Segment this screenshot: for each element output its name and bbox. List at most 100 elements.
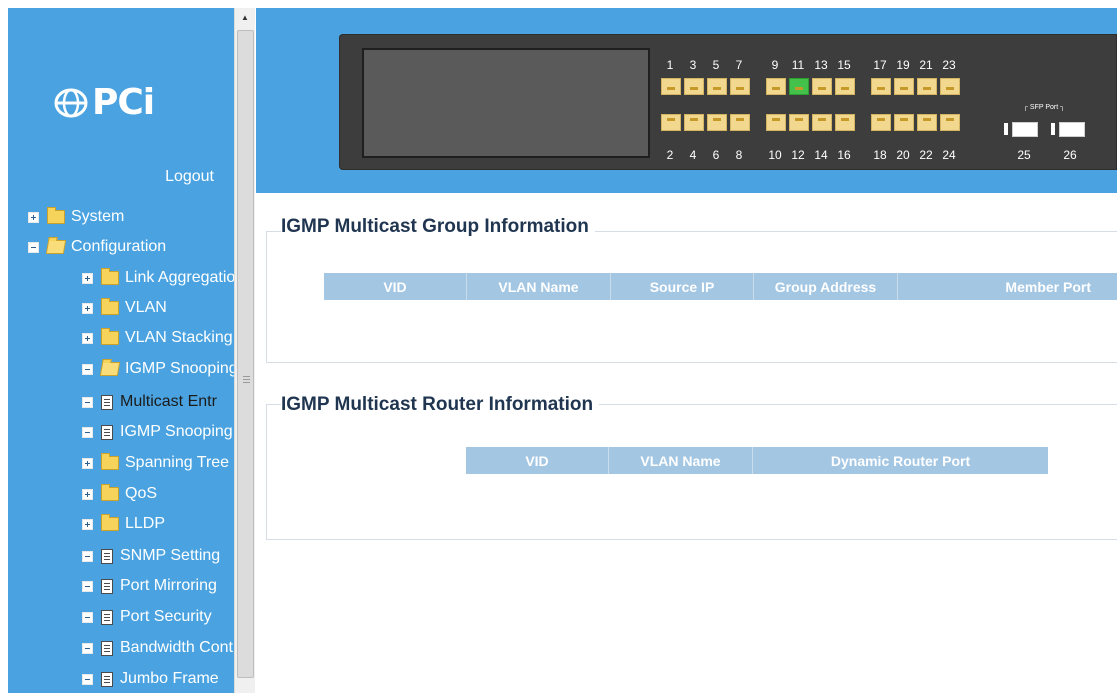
port-number: 6	[712, 148, 720, 162]
column-header-vid: VID	[324, 273, 467, 300]
port-5[interactable]	[707, 78, 727, 95]
sidebar-item-spanning-tree[interactable]: Spanning Tree	[82, 451, 229, 475]
sidebar-item-qos[interactable]: QoS	[82, 482, 157, 506]
port-18[interactable]	[871, 114, 891, 131]
sidebar-item-label: Multicast Entr	[120, 393, 217, 410]
sidebar-item-snmp-setting[interactable]: SNMP Setting	[82, 544, 220, 568]
collapse-icon[interactable]	[82, 426, 93, 438]
switch-display-window	[362, 48, 650, 158]
port-2[interactable]	[661, 114, 681, 131]
page-icon	[101, 394, 113, 410]
sidebar-item-port-mirroring[interactable]: Port Mirroring	[82, 574, 217, 598]
sidebar-item-igmp-snooping[interactable]: IGMP Snooping	[82, 357, 234, 381]
sidebar-item-label: SNMP Setting	[120, 547, 221, 564]
expand-icon[interactable]	[82, 302, 93, 314]
sidebar-item-label: Spanning Tree	[125, 454, 230, 471]
sfp-port-26[interactable]	[1059, 122, 1085, 137]
port-number: 16	[837, 148, 851, 162]
port-6[interactable]	[707, 114, 727, 131]
sfp-port-25[interactable]	[1012, 122, 1038, 137]
globe-icon	[54, 88, 88, 118]
port-14[interactable]	[812, 114, 832, 131]
port-20[interactable]	[894, 114, 914, 131]
port-4[interactable]	[684, 114, 704, 131]
port-23[interactable]	[940, 78, 960, 95]
port-21[interactable]	[917, 78, 937, 95]
folder-icon	[101, 268, 119, 285]
port-number: 11	[791, 58, 805, 72]
folder-icon	[101, 328, 119, 345]
port-9[interactable]	[766, 78, 786, 95]
sfp-led-icon	[1051, 123, 1055, 135]
port-10[interactable]	[766, 114, 786, 131]
sfp-port-label: ┌ SFP Port ┐	[1023, 104, 1066, 111]
sfp-label-text: SFP Port	[1029, 104, 1059, 111]
sfp-port-number: 25	[1017, 148, 1031, 162]
port-number: 18	[873, 148, 887, 162]
sidebar-item-configuration[interactable]: Configuration	[28, 235, 166, 259]
expand-icon[interactable]	[82, 272, 93, 284]
collapse-icon[interactable]	[82, 550, 93, 562]
port-11[interactable]	[789, 78, 809, 95]
page-icon	[101, 671, 113, 687]
expand-icon[interactable]	[82, 332, 93, 344]
port-number: 1	[666, 58, 674, 72]
expand-icon[interactable]	[82, 518, 93, 530]
collapse-icon[interactable]	[82, 580, 93, 592]
sidebar-item-system[interactable]: System	[28, 205, 124, 229]
port-17[interactable]	[871, 78, 891, 95]
sidebar-item-igmp-snooping-config[interactable]: IGMP Snooping	[82, 420, 233, 444]
sidebar-item-label: Bandwidth Control	[120, 639, 234, 656]
scrollbar-thumb[interactable]	[237, 30, 254, 678]
port-15[interactable]	[835, 78, 855, 95]
port-3[interactable]	[684, 78, 704, 95]
port-16[interactable]	[835, 114, 855, 131]
sidebar-item-label: LLDP	[125, 515, 166, 532]
port-8[interactable]	[730, 114, 750, 131]
column-header-vid: VID	[466, 447, 609, 474]
sidebar-item-jumbo-frame[interactable]: Jumbo Frame	[82, 667, 219, 691]
port-22[interactable]	[917, 114, 937, 131]
port-13[interactable]	[812, 78, 832, 95]
sidebar-item-link-aggregation[interactable]: Link Aggregation	[82, 266, 234, 290]
port-12[interactable]	[789, 114, 809, 131]
router-info-title: IGMP Multicast Router Information	[281, 394, 600, 416]
sidebar-item-lldp[interactable]: LLDP	[82, 512, 165, 536]
sidebar-item-vlan[interactable]: VLAN	[82, 296, 167, 320]
collapse-icon[interactable]	[82, 396, 93, 408]
sidebar: PCi Logout System Configuration Link Agg…	[0, 0, 256, 693]
sidebar-item-label: IGMP Snooping	[125, 360, 234, 377]
collapse-icon[interactable]	[82, 611, 93, 623]
column-header-source-ip: Source IP	[611, 273, 754, 300]
switch-front-panel: 1 3 5 7 9 11 13 15 17 19 21 23 2 4 6 8 10 12 14 16 18 20 22 24 …	[339, 34, 1117, 170]
port-1[interactable]	[661, 78, 681, 95]
folder-icon	[101, 484, 119, 501]
collapse-icon[interactable]	[82, 363, 93, 375]
sidebar-scrollbar[interactable]: ▲	[234, 8, 255, 693]
collapse-icon[interactable]	[28, 241, 39, 253]
sidebar-item-bandwidth-control[interactable]: Bandwidth Control	[82, 636, 234, 660]
expand-icon[interactable]	[82, 457, 93, 469]
collapse-icon[interactable]	[82, 642, 93, 654]
port-number: 4	[689, 148, 697, 162]
collapse-icon[interactable]	[82, 673, 93, 685]
port-number: 23	[942, 58, 956, 72]
grip-icon	[243, 376, 250, 383]
port-number: 8	[735, 148, 743, 162]
sidebar-item-multicast-entry[interactable]: Multicast Entr	[82, 390, 217, 414]
port-number: 7	[735, 58, 743, 72]
port-number: 10	[768, 148, 782, 162]
expand-icon[interactable]	[82, 488, 93, 500]
logout-link[interactable]: Logout	[165, 168, 214, 186]
sidebar-item-vlan-stacking[interactable]: VLAN Stacking	[82, 326, 233, 350]
sidebar-item-port-security[interactable]: Port Security	[82, 605, 212, 629]
sidebar-item-label: Link Aggregation	[125, 269, 234, 286]
port-7[interactable]	[730, 78, 750, 95]
port-number: 24	[942, 148, 956, 162]
port-24[interactable]	[940, 114, 960, 131]
scroll-up-arrow-icon[interactable]: ▲	[235, 8, 255, 26]
sidebar-item-label: VLAN Stacking	[125, 329, 233, 346]
port-19[interactable]	[894, 78, 914, 95]
expand-icon[interactable]	[28, 211, 39, 223]
column-header-vlan-name: VLAN Name	[467, 273, 611, 300]
